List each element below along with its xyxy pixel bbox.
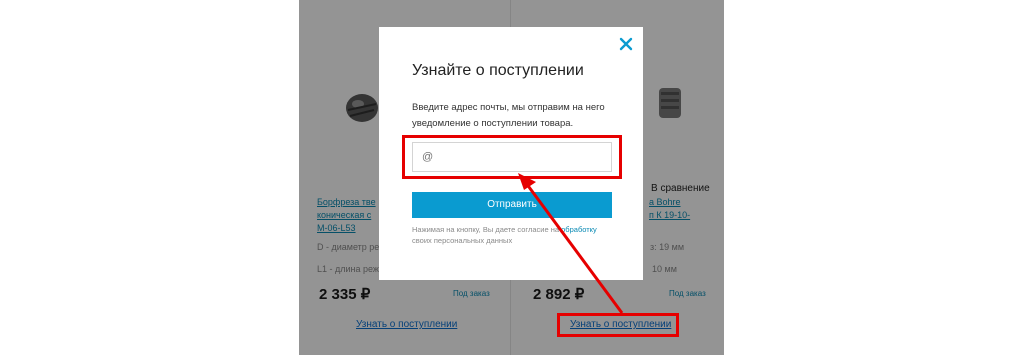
close-icon[interactable] <box>619 37 633 51</box>
highlight-box-email <box>402 135 622 179</box>
submit-button[interactable]: Отправить <box>412 192 612 218</box>
modal-title: Узнайте о поступлении <box>412 62 584 79</box>
consent-link[interactable]: обработку <box>561 225 597 234</box>
modal-description: Введите адрес почты, мы отправим на него… <box>412 102 605 129</box>
highlight-box-notify-link <box>557 313 679 337</box>
screenshot-stage: Борфреза тве коническая с М-06-L53 D - д… <box>0 0 1024 355</box>
consent-text: Нажимая на кнопку, Вы даете согласие на … <box>412 225 597 245</box>
